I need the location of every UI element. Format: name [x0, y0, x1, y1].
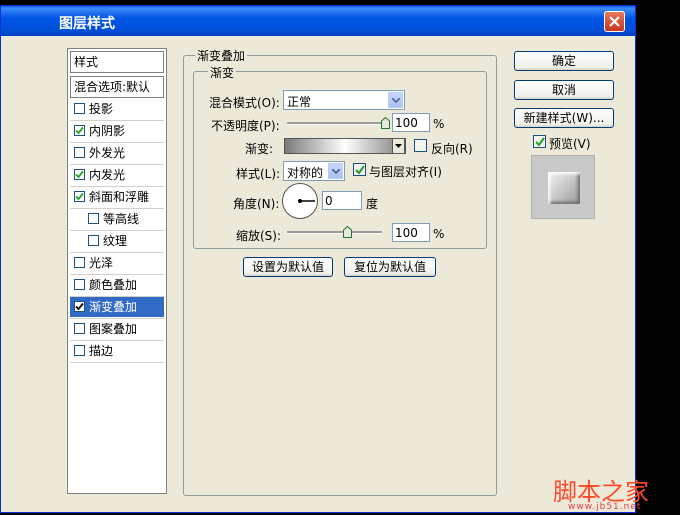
style-list-item[interactable]: 内阴影: [70, 121, 164, 141]
opacity-slider-thumb[interactable]: [381, 117, 390, 129]
close-button[interactable]: [604, 11, 625, 32]
angle-label: 角度(N):: [233, 197, 280, 211]
cancel-button[interactable]: 取消: [514, 80, 614, 100]
chevron-down-icon: [332, 169, 340, 174]
triangle-down-icon: [395, 144, 402, 148]
style-item-label: 内发光: [89, 168, 126, 182]
close-icon: [609, 16, 620, 27]
style-item-checkbox[interactable]: [88, 213, 99, 224]
style-list-item[interactable]: 光泽: [70, 253, 164, 273]
opacity-value: 100: [395, 116, 418, 130]
preview-checkbox[interactable]: [533, 135, 546, 148]
reset-default-button[interactable]: 复位为默认值: [344, 257, 436, 277]
style-item-checkbox[interactable]: [74, 279, 85, 290]
angle-value: 0: [325, 194, 333, 208]
opacity-label: 不透明度(P):: [211, 119, 280, 133]
style-item-checkbox[interactable]: [74, 191, 85, 202]
style-item-label: 外发光: [89, 146, 126, 160]
style-list-item[interactable]: 投影: [70, 99, 164, 119]
preview-label: 预览(V): [549, 137, 591, 151]
style-list-divider: [70, 362, 164, 363]
gradient-swatch[interactable]: [284, 138, 406, 154]
dropdown-arrow[interactable]: [328, 163, 343, 179]
style-item-label: 投影: [89, 102, 114, 116]
style-list-item[interactable]: 渐变叠加: [70, 297, 164, 317]
style-item-label: 渐变叠加: [89, 300, 138, 314]
style-item-checkbox[interactable]: [74, 345, 85, 356]
scale-slider[interactable]: [287, 231, 382, 234]
angle-unit: 度: [366, 197, 379, 211]
style-item-label: 内阴影: [89, 124, 126, 138]
blend-options-item[interactable]: 混合选项:默认: [70, 76, 164, 98]
reverse-label: 反向(R): [431, 142, 473, 156]
checkmark-icon: [355, 165, 365, 175]
style-list-item[interactable]: 内发光: [70, 165, 164, 185]
style-list-item[interactable]: 纹理: [70, 231, 164, 251]
style-list-item[interactable]: 描边: [70, 341, 164, 361]
opacity-unit: %: [433, 117, 445, 131]
window-title: 图层样式: [59, 16, 115, 32]
style-item-checkbox[interactable]: [74, 147, 85, 158]
reverse-checkbox[interactable]: [414, 139, 427, 152]
scale-value: 100: [395, 226, 418, 240]
style-item-checkbox[interactable]: [74, 169, 85, 180]
chevron-down-icon: [392, 98, 400, 103]
opacity-slider[interactable]: [287, 122, 389, 125]
blend-mode-select[interactable]: 正常: [283, 90, 405, 110]
style-item-label: 纹理: [103, 234, 128, 248]
checkmark-icon: [75, 192, 84, 201]
dropdown-arrow[interactable]: [388, 92, 403, 108]
style-item-checkbox[interactable]: [74, 125, 85, 136]
gradient-legend: 渐变: [208, 64, 237, 81]
style-item-label: 等高线: [103, 212, 140, 226]
style-item-label: 光泽: [89, 256, 114, 270]
style-item-checkbox[interactable]: [74, 301, 85, 312]
style-item-checkbox[interactable]: [88, 235, 99, 246]
align-with-layer-label: 与图层对齐(I): [369, 165, 442, 179]
style-list-item[interactable]: 斜面和浮雕: [70, 187, 164, 207]
new-style-button[interactable]: 新建样式(W)...: [514, 108, 614, 128]
gradient-label: 渐变:: [245, 142, 274, 156]
gradient-overlay-legend: 渐变叠加: [195, 47, 248, 64]
style-list-item[interactable]: 颜色叠加: [70, 275, 164, 295]
title-bar[interactable]: 图层样式: [1, 6, 635, 36]
style-item-checkbox[interactable]: [74, 103, 85, 114]
gradient-style-value: 对称的: [287, 166, 324, 180]
preview-swatch: [548, 172, 580, 204]
gradient-dropdown[interactable]: [392, 138, 405, 154]
style-item-label: 颜色叠加: [89, 278, 138, 292]
scale-label: 缩放(S):: [236, 229, 282, 243]
checkmark-icon: [75, 170, 84, 179]
scale-slider-thumb[interactable]: [343, 226, 352, 238]
angle-dial[interactable]: [282, 183, 318, 219]
scale-input[interactable]: 100: [392, 223, 430, 242]
style-list-item[interactable]: 图案叠加: [70, 319, 164, 339]
style-item-label: 描边: [89, 344, 114, 358]
style-label: 样式(L):: [236, 167, 281, 181]
style-list-item[interactable]: 等高线: [70, 209, 164, 229]
style-preview: [531, 155, 595, 219]
checkmark-icon: [75, 126, 84, 135]
scale-unit: %: [433, 227, 445, 241]
opacity-input[interactable]: 100: [392, 113, 430, 132]
style-item-label: 图案叠加: [89, 322, 138, 336]
blend-mode-label: 混合模式(O):: [209, 96, 280, 110]
angle-needle: [298, 199, 315, 203]
style-item-checkbox[interactable]: [74, 257, 85, 268]
gradient-style-select[interactable]: 对称的: [283, 161, 345, 181]
style-item-checkbox[interactable]: [74, 323, 85, 334]
style-list: 样式 混合选项:默认 投影内阴影外发光内发光斜面和浮雕等高线纹理光泽颜色叠加渐变…: [67, 48, 167, 494]
ok-button[interactable]: 确定: [514, 51, 614, 71]
style-item-label: 斜面和浮雕: [89, 190, 150, 204]
checkmark-icon: [535, 137, 545, 147]
checkmark-icon: [75, 302, 84, 311]
set-default-button[interactable]: 设置为默认值: [243, 257, 333, 277]
align-with-layer-checkbox[interactable]: [353, 163, 366, 176]
angle-input[interactable]: 0: [322, 191, 362, 210]
style-list-header[interactable]: 样式: [70, 51, 164, 73]
watermark-url: www.jb51.net: [568, 502, 642, 512]
blend-mode-value: 正常: [287, 95, 312, 109]
style-list-item[interactable]: 外发光: [70, 143, 164, 163]
